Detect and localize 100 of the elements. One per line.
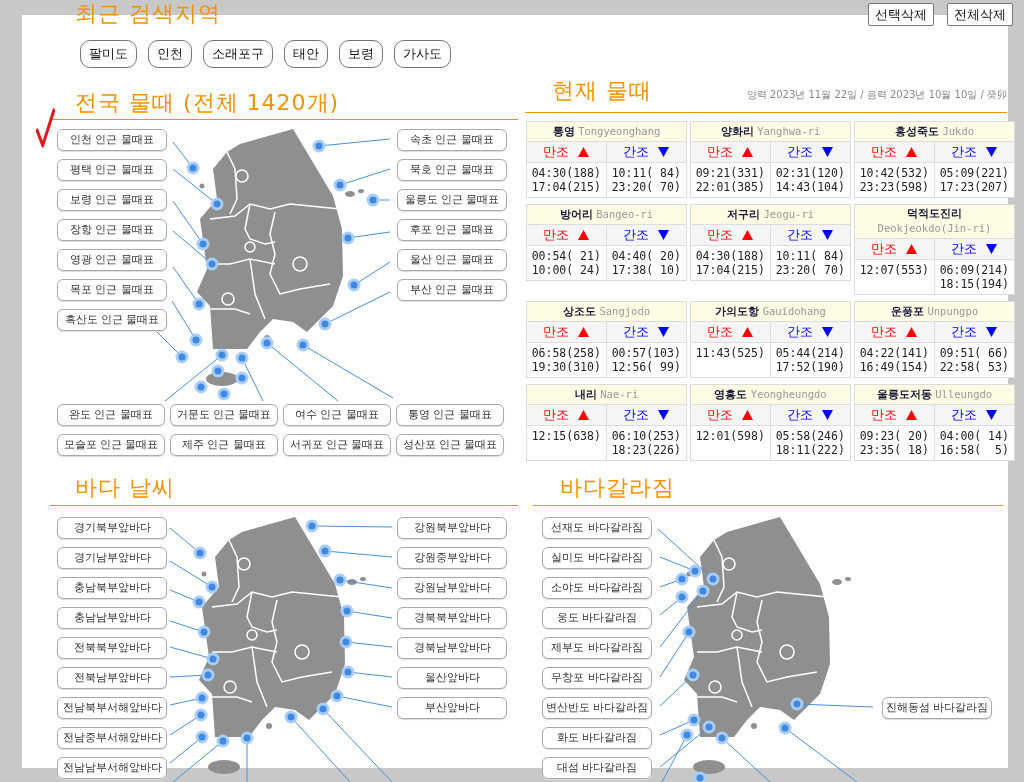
map-label-button[interactable]: 부산앞바다 (397, 697, 507, 719)
map-label-button[interactable]: 진해동섬 바다갈라짐 (882, 697, 992, 719)
low-tide-label: 간조 (787, 143, 814, 161)
map-label-button[interactable]: 평택 인근 물때표 (57, 159, 167, 181)
map-label-button[interactable]: 후포 인근 물때표 (397, 219, 507, 241)
map-label-button[interactable]: 여수 인근 물때표 (283, 404, 391, 426)
map-label-button[interactable]: 경기북부앞바다 (57, 517, 167, 539)
map-label-button[interactable]: 제주 인근 물때표 (170, 434, 278, 456)
recent-search-chip[interactable]: 보령 (339, 40, 383, 68)
delete-button[interactable]: 전체삭제 (947, 3, 1013, 26)
map-label-button[interactable]: 장항 인근 물때표 (57, 219, 167, 241)
down-triangle-icon (822, 410, 834, 420)
map-label-button[interactable]: 흑산도 인근 물때표 (57, 309, 167, 331)
map-label-button[interactable]: 부산 인근 물때표 (397, 279, 507, 301)
map-label-button[interactable]: 영광 인근 물때표 (57, 249, 167, 271)
map-label-button[interactable]: 강원북부앞바다 (397, 517, 507, 539)
recent-search-chip[interactable]: 가사도 (394, 40, 451, 68)
map-label-button[interactable]: 제부도 바다갈라짐 (542, 637, 652, 659)
map-label-button[interactable]: 화도 바다갈라짐 (542, 727, 652, 749)
tide-time: 14:43(104) (775, 180, 845, 194)
map-label-button[interactable]: 무창포 바다갈라짐 (542, 667, 652, 689)
map-label-button[interactable]: 전북남부앞바다 (57, 667, 167, 689)
location-dot (680, 728, 694, 742)
station-romanized: Unpungpo (927, 305, 979, 317)
map-label-button[interactable]: 울산 인근 물때표 (397, 249, 507, 271)
down-triangle-icon (658, 147, 670, 157)
tide-time: 16:49(154) (859, 360, 929, 374)
map-label-button[interactable]: 거문도 인근 물때표 (170, 404, 278, 426)
map-label-button[interactable]: 전남남부서해앞바다 (57, 757, 167, 779)
high-tide-label: 만조 (543, 226, 570, 244)
up-triangle-icon (578, 230, 590, 240)
tide-time: 00:57(103) (611, 346, 681, 360)
location-dot (201, 668, 215, 682)
map-label-button[interactable]: 울릉도 인근 물때표 (397, 189, 507, 211)
location-dot (235, 371, 249, 385)
map-label-button[interactable]: 전북북부앞바다 (57, 637, 167, 659)
map-label-button[interactable]: 통영 인근 물때표 (396, 404, 504, 426)
location-dot (186, 161, 200, 175)
leader-line (328, 550, 393, 558)
map-label-button[interactable]: 묵호 인근 물때표 (397, 159, 507, 181)
location-dot (240, 731, 254, 745)
map-label-button[interactable]: 소야도 바다갈라짐 (542, 577, 652, 599)
map-label-button[interactable]: 웅도 바다갈라짐 (542, 607, 652, 629)
tide-time: 12:56( 99) (611, 360, 681, 374)
map-label-button[interactable]: 강원남부앞바다 (397, 577, 507, 599)
map-label-button[interactable]: 인천 인근 물때표 (57, 129, 167, 151)
tide-time: 10:00( 24) (531, 263, 601, 277)
station-romanized: Jeogu-ri (763, 208, 815, 220)
low-tide-label: 간조 (787, 226, 814, 244)
location-dot (197, 625, 211, 639)
station-romanized: Jukdo (942, 125, 975, 137)
map-label-button[interactable]: 경기남부앞바다 (57, 547, 167, 569)
recent-search-chip[interactable]: 팔미도 (80, 40, 137, 68)
recent-search-chip[interactable]: 태안 (284, 40, 328, 68)
recent-search-chip[interactable]: 소래포구 (203, 40, 273, 68)
map-label-button[interactable]: 목포 인근 물때표 (57, 279, 167, 301)
down-triangle-icon (822, 230, 834, 240)
station-name: 내리 (574, 388, 597, 401)
map-label-button[interactable]: 성산포 인근 물때표 (396, 434, 504, 456)
leader-line (246, 741, 248, 782)
up-triangle-icon (906, 147, 918, 157)
island-shape (201, 571, 207, 577)
location-dot (340, 604, 354, 618)
location-dot (305, 519, 319, 533)
location-dot (296, 338, 310, 352)
location-dot (260, 336, 274, 350)
tide-time: 04:30(188) (695, 249, 765, 263)
section-title: 최근 검색지역 (75, 0, 221, 28)
leader-line (356, 261, 391, 284)
map-label-button[interactable]: 경북북부앞바다 (397, 607, 507, 629)
map-label-button[interactable]: 전남북부서해앞바다 (57, 697, 167, 719)
map-label-button[interactable]: 완도 인근 물때표 (57, 404, 165, 426)
island-shape (266, 723, 272, 729)
up-triangle-icon (906, 410, 918, 420)
map-label-button[interactable]: 강원중부앞바다 (397, 547, 507, 569)
map-label-button[interactable]: 속초 인근 물때표 (397, 129, 507, 151)
map-label-button[interactable]: 전남중부서해앞바다 (57, 727, 167, 749)
map-label-button[interactable]: 보령 인근 물때표 (57, 189, 167, 211)
map-label-button[interactable]: 경북남부앞바다 (397, 637, 507, 659)
map-label-button[interactable]: 변산반도 바다갈라짐 (542, 697, 652, 719)
tide-time: 06:58(258) (531, 346, 601, 360)
leader-line (343, 168, 391, 185)
map-label-button[interactable]: 충남남부앞바다 (57, 607, 167, 629)
leader-line (164, 357, 220, 402)
map-label-button[interactable]: 울산앞바다 (397, 667, 507, 689)
map-label-button[interactable]: 실미도 바다갈라짐 (542, 547, 652, 569)
low-tide-label: 간조 (623, 406, 650, 424)
recent-search-chip[interactable]: 인천 (148, 40, 192, 68)
location-dot (686, 668, 700, 682)
map-label-button[interactable]: 선재도 바다갈라짐 (542, 517, 652, 539)
tide-time: 18:23(226) (611, 443, 681, 457)
station-name: 덕적도진리 (907, 207, 962, 220)
map-label-button[interactable]: 충남북부앞바다 (57, 577, 167, 599)
tide-time: 11:43(525) (695, 346, 765, 360)
location-dot (341, 665, 355, 679)
map-label-button[interactable]: 대섬 바다갈라짐 (542, 757, 652, 779)
leader-line (169, 560, 210, 586)
delete-button[interactable]: 선택삭제 (868, 3, 934, 26)
map-label-button[interactable]: 서귀포 인근 물때표 (283, 434, 391, 456)
map-label-button[interactable]: 모슬포 인근 물때표 (57, 434, 165, 456)
